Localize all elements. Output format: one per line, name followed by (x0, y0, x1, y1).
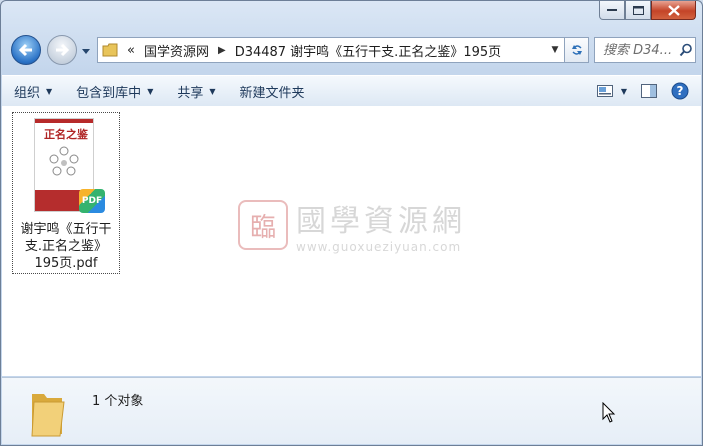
chevron-right-icon[interactable]: ▶ (218, 45, 226, 56)
breadcrumb-item-root[interactable]: 国学资源网 (144, 41, 209, 60)
chevron-down-icon[interactable]: ▼ (621, 87, 627, 96)
forward-button[interactable] (47, 35, 77, 65)
refresh-icon (571, 45, 582, 55)
watermark-text: 國學資源網 www.guoxueziyuan.com (296, 196, 466, 254)
navigation-row: « 国学资源网 ▶ D34487 谢宇鸣《五行干支.正名之鉴》195页 ▼ (9, 35, 696, 67)
watermark-name: 國學資源網 (296, 204, 466, 239)
change-view-button[interactable]: ▼ (596, 85, 627, 97)
watermark: 臨 國學資源網 www.guoxueziyuan.com (238, 196, 466, 254)
details-pane: 1 个对象 (2, 377, 701, 444)
include-in-library-label: 包含到库中 (76, 85, 142, 101)
share-menu[interactable]: 共享 ▼ (165, 76, 227, 106)
command-bar: 组织 ▼ 包含到库中 ▼ 共享 ▼ 新建文件夹 ▼ ? (2, 75, 701, 107)
address-bar[interactable]: « 国学资源网 ▶ D34487 谢宇鸣《五行干支.正名之鉴》195页 ▼ (97, 37, 565, 63)
seal-icon: 臨 (238, 200, 288, 250)
include-in-library-menu[interactable]: 包含到库中 ▼ (64, 76, 165, 106)
refresh-button[interactable] (565, 37, 589, 63)
preview-pane-icon[interactable] (641, 84, 657, 98)
mouse-cursor-icon (602, 402, 616, 423)
status-text: 1 个对象 (92, 394, 144, 409)
recent-pages-dropdown[interactable] (81, 45, 91, 60)
breadcrumb: « 国学资源网 ▶ D34487 谢宇鸣《五行干支.正名之鉴》195页 (98, 41, 546, 60)
minimize-button[interactable] (599, 1, 625, 20)
file-name[interactable]: 谢宇鸣《五行干支.正名之鉴》195页.pdf (13, 221, 119, 272)
address-history-dropdown[interactable]: ▼ (546, 45, 564, 55)
watermark-url: www.guoxueziyuan.com (296, 240, 462, 254)
back-button[interactable] (11, 35, 41, 65)
pdf-icon: PDF (79, 189, 105, 213)
close-icon (667, 4, 680, 16)
chevron-down-icon: ▼ (209, 86, 216, 96)
arrow-left-icon (18, 43, 32, 57)
folder-icon (31, 394, 65, 437)
arrow-right-icon (56, 43, 70, 57)
search-input[interactable] (601, 41, 679, 59)
search-icon[interactable] (679, 43, 693, 57)
view-icon (596, 85, 613, 97)
view-controls: ▼ ? (596, 76, 689, 106)
organize-label: 组织 (14, 85, 41, 101)
minimize-icon (607, 9, 617, 11)
caption-buttons (599, 1, 696, 20)
breadcrumb-item-current[interactable]: D34487 谢宇鸣《五行干支.正名之鉴》195页 (235, 41, 501, 60)
svg-text:?: ? (677, 84, 684, 98)
new-folder-button[interactable]: 新建文件夹 (228, 76, 317, 106)
help-icon[interactable]: ? (671, 82, 689, 100)
new-folder-label: 新建文件夹 (239, 85, 305, 101)
folder-icon (102, 43, 118, 57)
close-button[interactable] (651, 1, 696, 20)
chevron-down-icon: ▼ (147, 86, 154, 96)
file-item[interactable]: 正名之鉴 PDF 谢宇鸣《五行干支.正名之鉴》195页.pdf (12, 112, 120, 274)
chevron-down-icon: ▼ (46, 86, 53, 96)
chevron-down-icon (82, 49, 90, 54)
search-box[interactable] (594, 37, 696, 63)
maximize-icon (632, 5, 644, 15)
share-label: 共享 (177, 85, 204, 101)
maximize-button[interactable] (625, 1, 651, 20)
organize-menu[interactable]: 组织 ▼ (2, 76, 64, 106)
file-list-area[interactable]: 正名之鉴 PDF 谢宇鸣《五行干支.正名之鉴》195页.pdf 臨 國學資源網 … (2, 106, 701, 376)
explorer-window: « 国学资源网 ▶ D34487 谢宇鸣《五行干支.正名之鉴》195页 ▼ 组织… (0, 0, 703, 446)
breadcrumb-overflow[interactable]: « (127, 43, 135, 58)
